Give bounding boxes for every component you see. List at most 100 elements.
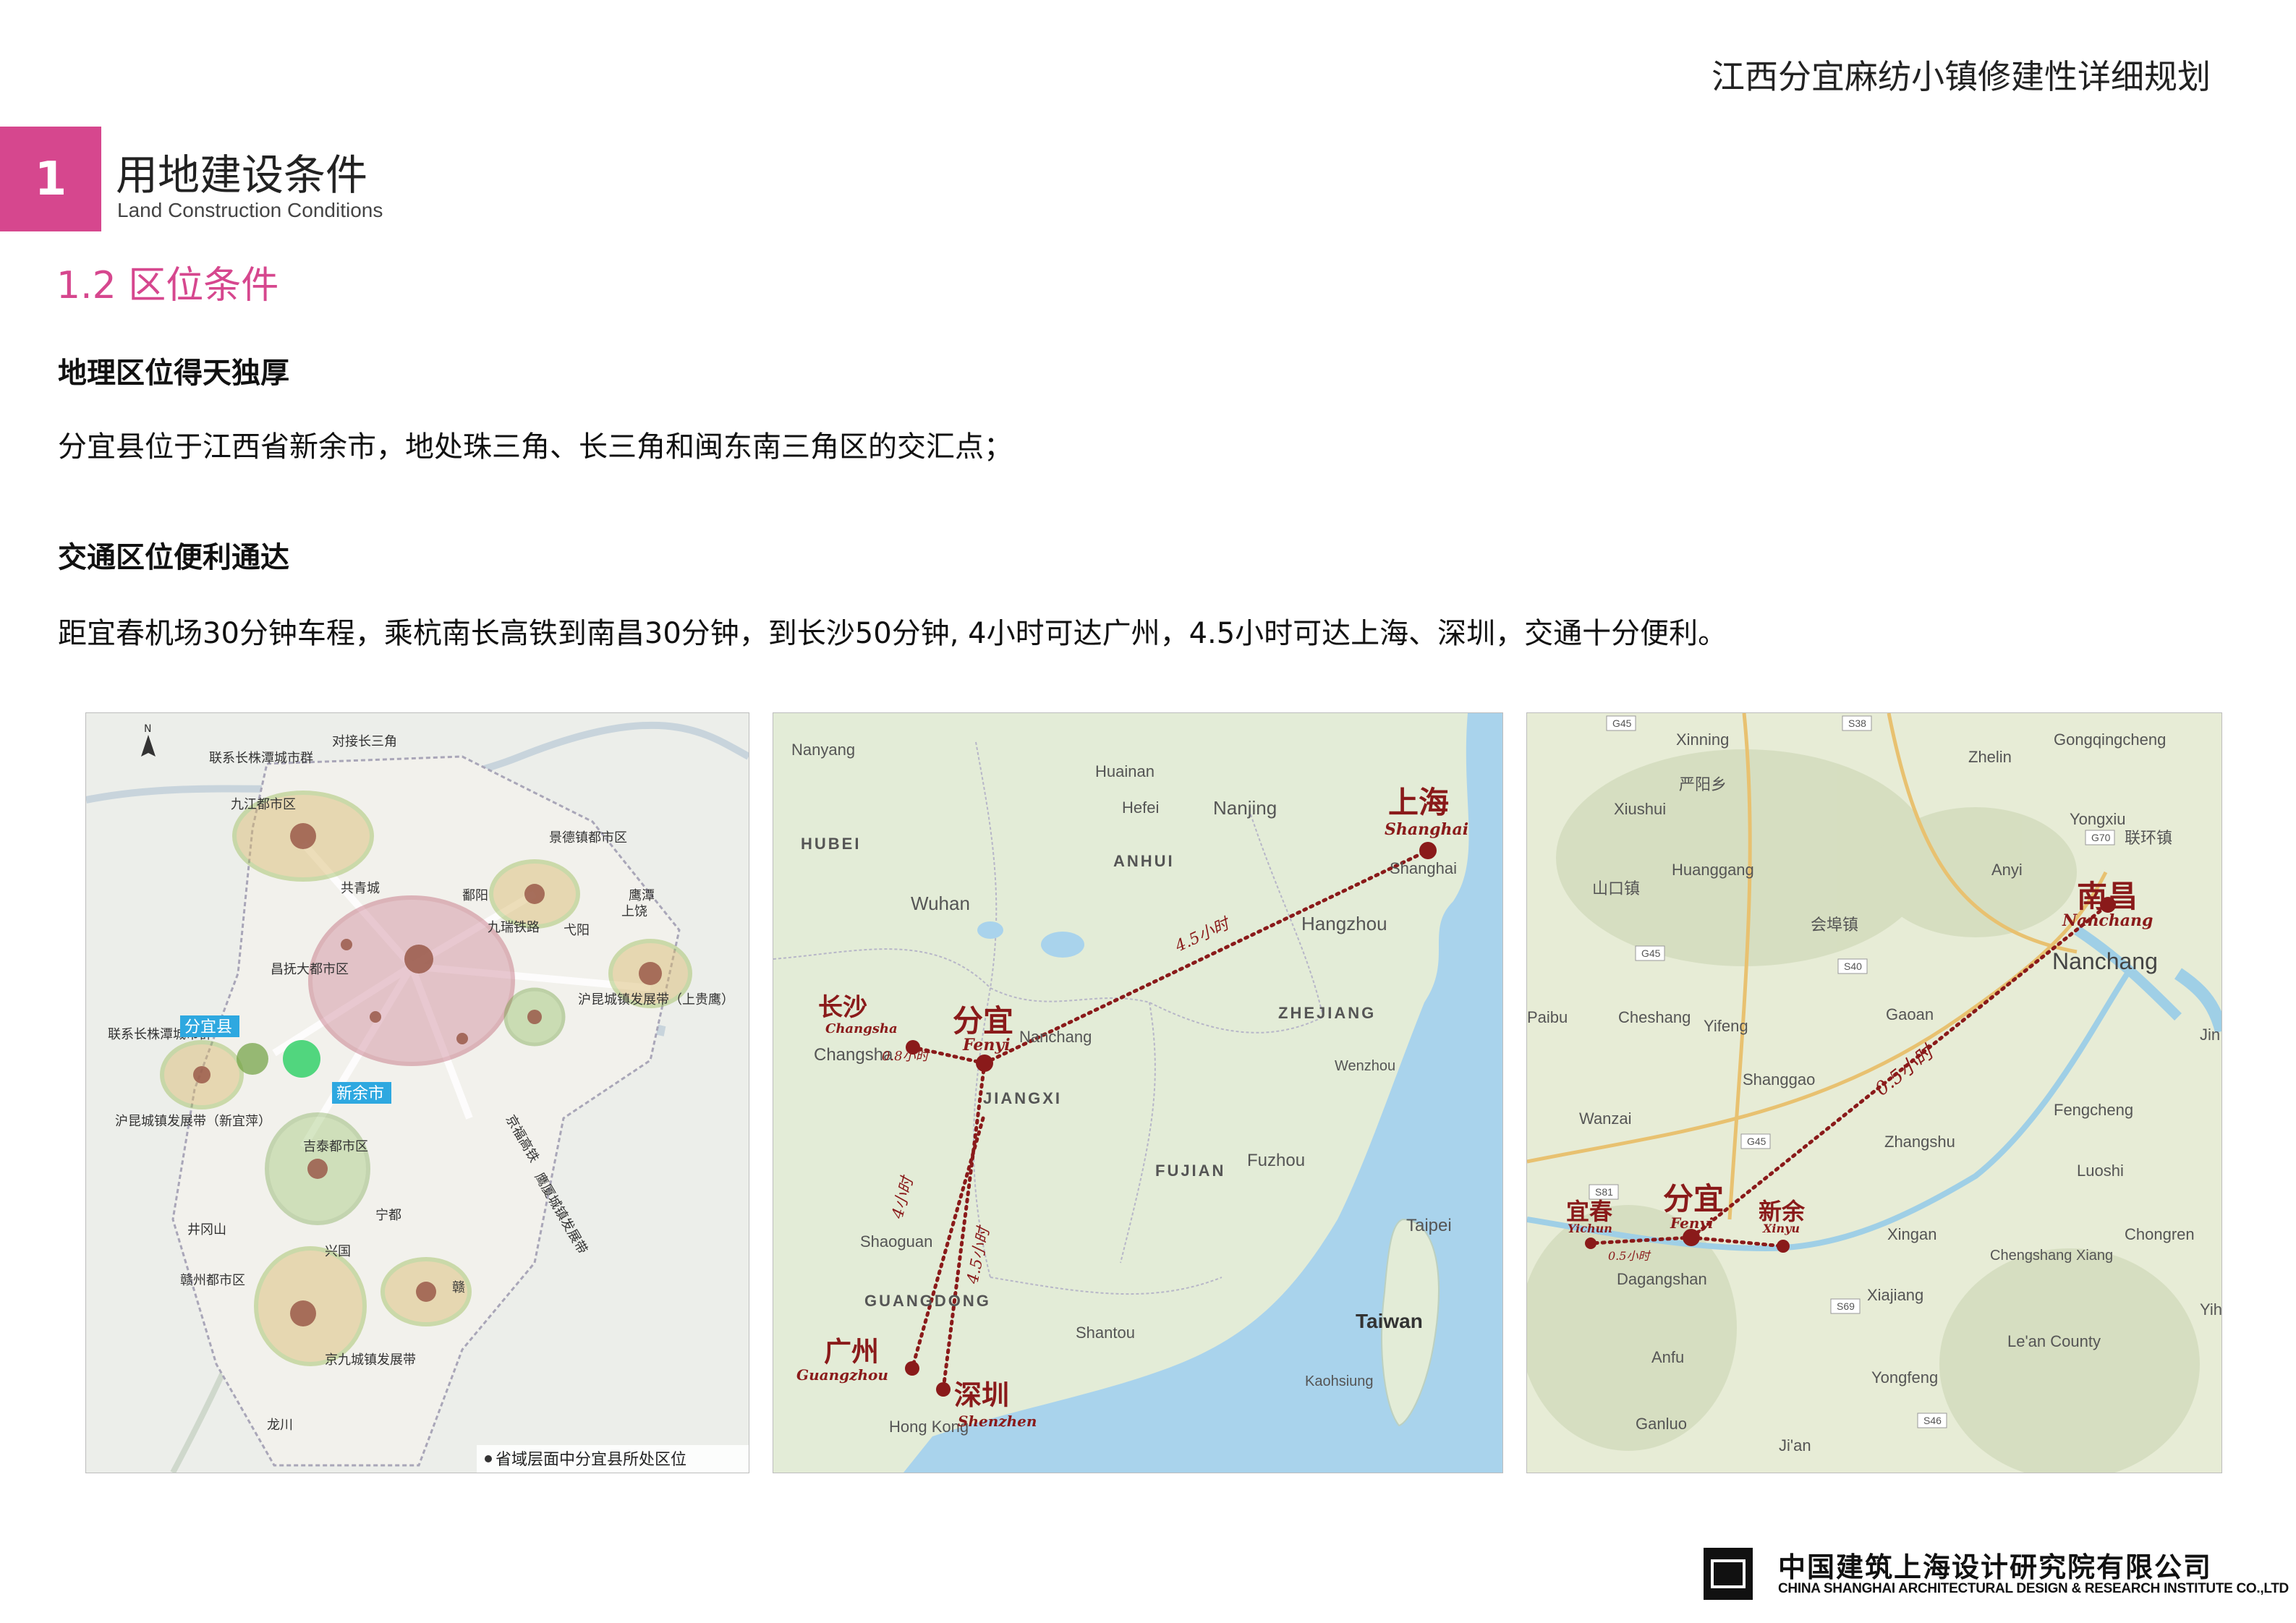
company-name-cn: 中国建筑上海设计研究院有限公司 xyxy=(1778,1551,2213,1583)
map3-place: 会埠镇 xyxy=(1811,916,1858,934)
map1-label: 赣州都市区 xyxy=(180,1273,245,1288)
fenyi-county-label: 分宜县 xyxy=(184,1018,232,1036)
map1-label: 上饶 xyxy=(621,904,647,919)
map1-label: 京九城镇发展带 xyxy=(325,1352,416,1368)
map3-place: Gongqingcheng xyxy=(2054,730,2166,749)
map2-place: Shantou xyxy=(1076,1324,1135,1342)
map3-city-en: Yichun xyxy=(1568,1222,1612,1235)
map1-label: 沪昆城镇发展带（上贵鹰） xyxy=(578,992,734,1008)
map3-city-en: Xinyu xyxy=(1762,1222,1800,1235)
svg-text:N: N xyxy=(144,723,151,735)
map2-city-en: Fenyi xyxy=(962,1036,1011,1055)
map3-place: Le'an County xyxy=(2007,1332,2101,1350)
map1-label: 九瑞铁路 xyxy=(488,920,540,935)
road-shield: G45 xyxy=(1747,1136,1766,1147)
map3-place: 严阳乡 xyxy=(1679,775,1727,793)
map1-label: 鹰潭 xyxy=(629,888,655,903)
map2-place: Hangzhou xyxy=(1301,913,1387,934)
map3-place: Paibu xyxy=(1527,1008,1568,1026)
road-shield: S81 xyxy=(1595,1186,1613,1198)
map2-place: Wuhan xyxy=(911,893,970,914)
map3-place: Nanchang xyxy=(2052,948,2158,974)
map1-label: 景德镇都市区 xyxy=(549,830,627,845)
map3-time-label: 0.5小时 xyxy=(1871,1040,1940,1101)
section-subtitle: Land Construction Conditions xyxy=(117,199,383,221)
map2-place: Shanghai xyxy=(1390,859,1457,877)
map1-label: 对接长三角 xyxy=(332,734,397,749)
road-shield: G45 xyxy=(1612,717,1632,729)
map2-city-en: Shanghai xyxy=(1385,820,1468,839)
map2-place: Nanchang xyxy=(1019,1028,1092,1046)
map3-place: 联环镇 xyxy=(2125,829,2172,847)
map3-place: Ganluo xyxy=(1636,1415,1687,1433)
provincial-map-canvas: N 对接长三角 联系长株潭城市群 九江都市区 景德镇都市区 鹰潭 昌抚大都市区 … xyxy=(86,721,749,1473)
map2-place: ANHUI xyxy=(1113,852,1175,870)
map3-place: Ji'an xyxy=(1779,1436,1811,1454)
map2-place: Nanjing xyxy=(1213,797,1277,819)
map3-place: Jin xyxy=(2200,1026,2220,1044)
map3-city-cn: 南昌 xyxy=(2077,879,2138,914)
road-shield: S46 xyxy=(1923,1415,1942,1426)
map3-place: Wanzai xyxy=(1579,1109,1632,1128)
road-shield: G70 xyxy=(2091,832,2111,843)
map1-label: 龙川 xyxy=(267,1418,293,1433)
map1-label: 井冈山 xyxy=(187,1222,226,1238)
map1-label: 赣 xyxy=(452,1280,465,1295)
local-map-canvas: G45 S38 G70 G45 S40 G45 S81 S69 S46 Xinn… xyxy=(1527,713,2221,1473)
road-shield: S40 xyxy=(1844,960,1862,972)
xinyu-city-label: 新余市 xyxy=(336,1085,384,1103)
map2-place: HUBEI xyxy=(801,835,861,853)
map1-label: 兴国 xyxy=(325,1244,351,1259)
map3-time-label: 0.5小时 xyxy=(1608,1249,1651,1263)
geo-paragraph: 分宜县位于江西省新余市，地处珠三角、长三角和闽东南三角区的交汇点； xyxy=(58,430,1013,464)
section-number-badge: 1 xyxy=(0,127,101,231)
regional-map-canvas: Nanyang HUBEI Huainan Hefei Nanjing ANHU… xyxy=(773,713,1502,1473)
map3-place: Zhangshu xyxy=(1884,1133,1955,1151)
map2-place: Nanyang xyxy=(791,741,855,759)
map3-place: Luoshi xyxy=(2077,1162,2124,1180)
map2-city-en: Guangzhou xyxy=(796,1366,888,1384)
map1-caption: 省域层面中分宜县所处区位 xyxy=(496,1451,686,1469)
map2-place: GUANGDONG xyxy=(864,1292,991,1310)
map1-label: 吉泰都市区 xyxy=(303,1139,368,1154)
document-title: 江西分宜麻纺小镇修建性详细规划 xyxy=(1712,57,2211,96)
map3-place: Anyi xyxy=(1991,861,2023,879)
section-title: 用地建设条件 xyxy=(116,150,368,200)
map3-place: Dagangshan xyxy=(1617,1270,1707,1288)
map2-place: Fuzhou xyxy=(1247,1151,1305,1170)
map3-place: 山口镇 xyxy=(1592,879,1640,898)
road-shield: G45 xyxy=(1641,947,1661,959)
map3-city-en: Fenyi xyxy=(1670,1214,1714,1232)
map1-label: 联系长株潭城市群 xyxy=(209,751,313,766)
map3-place: Chengshang Xiang xyxy=(1990,1248,2113,1264)
map3-city-cn: 分宜 xyxy=(1663,1181,1724,1217)
traffic-paragraph: 距宜春机场30分钟车程，乘杭南长高铁到南昌30分钟，到长沙50分钟, 4小时可达… xyxy=(58,617,1727,650)
map2-city-cn: 上海 xyxy=(1388,785,1449,820)
map2-city-cn: 长沙 xyxy=(818,993,867,1022)
map1-label: 宁都 xyxy=(375,1208,401,1223)
map2-place: Hong Kong xyxy=(889,1418,969,1436)
map3-place: Chongren xyxy=(2125,1225,2195,1243)
map2-place: Hefei xyxy=(1122,798,1159,817)
map2-place: Taipei xyxy=(1406,1216,1452,1235)
map3-place: Shanggao xyxy=(1743,1070,1815,1089)
map3-city-en: Nanchang xyxy=(2062,911,2153,930)
map3-place: Yih xyxy=(2200,1300,2221,1319)
map2-city-en: Shenzhen xyxy=(958,1413,1037,1430)
map3-place: Xiushui xyxy=(1614,800,1666,818)
road-shield: S38 xyxy=(1848,717,1866,729)
map1-label: 弋阳 xyxy=(564,923,590,938)
map3-place: Zhelin xyxy=(1968,748,2012,766)
map2-city-cn: 广州 xyxy=(824,1335,879,1368)
map3-place: Fengcheng xyxy=(2054,1101,2133,1119)
map1-label: 鄱阳 xyxy=(462,888,488,903)
map2-city-en: Changsha xyxy=(825,1021,898,1036)
map1-label: 九江都市区 xyxy=(231,797,296,812)
map2-place: ZHEJIANG xyxy=(1278,1004,1376,1022)
map2-place: JIANGXI xyxy=(983,1089,1062,1107)
map3-place: Gaoan xyxy=(1886,1005,1934,1023)
map3-place: Yifeng xyxy=(1704,1017,1748,1035)
geo-heading: 地理区位得天独厚 xyxy=(58,357,289,390)
map3-place: Xingan xyxy=(1887,1225,1937,1243)
map3-place: Anfu xyxy=(1651,1348,1684,1366)
